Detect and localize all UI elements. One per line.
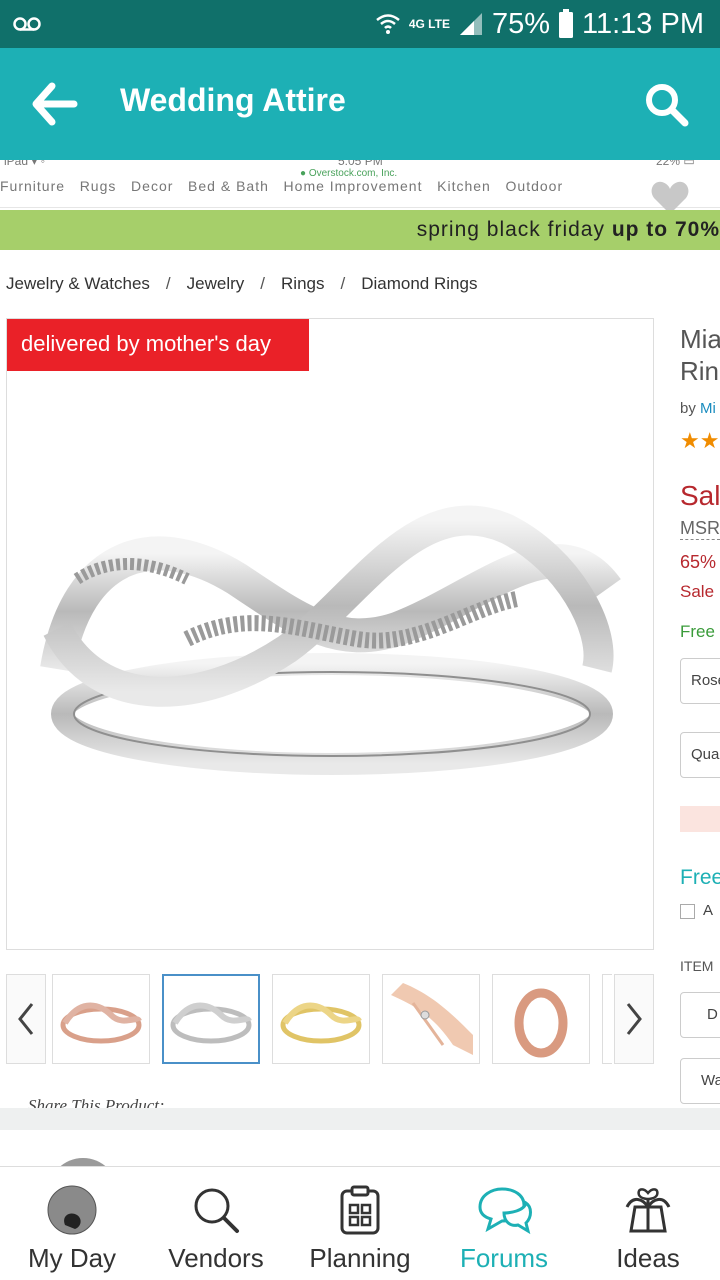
thumbnail-rose-gold[interactable]: [52, 974, 150, 1064]
nav-label-my-day: My Day: [27, 1243, 117, 1273]
thumbnail-partial: [602, 974, 612, 1064]
product-title-line2: Rin: [680, 356, 720, 386]
share-label: Share This Product:: [28, 1096, 165, 1108]
ring-image: [40, 505, 621, 775]
nav-planning[interactable]: Planning: [288, 1167, 432, 1280]
thumbnail-side-view[interactable]: [492, 974, 590, 1064]
promo-banner[interactable]: spring black friday up to 70%: [0, 210, 720, 250]
app-bar: Wedding Attire: [0, 48, 720, 160]
sale-price-label: Sal: [680, 480, 720, 511]
discount-percent: 65%: [680, 552, 717, 572]
nav-ideas[interactable]: Ideas: [576, 1167, 720, 1280]
breadcrumb-jewelry-watches[interactable]: Jewelry & Watches: [6, 274, 150, 293]
brand-link[interactable]: Mi: [700, 400, 716, 417]
battery-icon: [559, 9, 574, 38]
next-post-peek: [0, 1130, 720, 1198]
nav-label-ideas: Ideas: [616, 1243, 680, 1273]
battery-percent: 75%: [491, 7, 551, 40]
search-icon: [194, 1188, 239, 1233]
color-select[interactable]: Rose: [680, 658, 720, 704]
checkbox-label: A: [703, 902, 714, 919]
signal-icon: [459, 13, 482, 35]
ipad-browser-strip: iPad ▾ ◦ 5:05 PM 22% ▭ ● Overstock.com, …: [0, 160, 720, 214]
shared-screenshot[interactable]: iPad ▾ ◦ 5:05 PM 22% ▭ ● Overstock.com, …: [0, 160, 720, 1108]
thumbnail-strip: [6, 974, 720, 1064]
category-nav-fragment: Furniture Rugs Decor Bed & Bath Home Imp…: [0, 178, 564, 194]
chevron-right-icon: [626, 1003, 642, 1035]
page-title: Wedding Attire: [120, 82, 346, 118]
ipad-battery-fragment: 22% ▭: [656, 160, 695, 168]
nav-my-day[interactable]: My Day: [0, 1167, 144, 1280]
thumbnail-next-button[interactable]: [614, 974, 654, 1064]
option-button-2[interactable]: Wa: [680, 1058, 720, 1104]
checkbox[interactable]: [680, 903, 695, 919]
thumbnail-yellow-gold[interactable]: [272, 974, 370, 1064]
free-shipping: Free: [680, 622, 715, 641]
nav-label-planning: Planning: [309, 1243, 411, 1273]
free-label: Free: [680, 866, 720, 889]
nav-forums[interactable]: Forums: [432, 1167, 576, 1280]
thumbnail-white-gold[interactable]: [162, 974, 260, 1064]
delivery-badge: delivered by mother's day: [7, 319, 309, 371]
quantity-select[interactable]: Quar: [680, 732, 720, 778]
breadcrumb-rings[interactable]: Rings: [281, 274, 324, 293]
thumbnail-prev-button[interactable]: [6, 974, 46, 1064]
chat-bubbles-icon: [478, 1187, 532, 1235]
breadcrumb-jewelry[interactable]: Jewelry: [187, 274, 245, 293]
breadcrumb-diamond-rings[interactable]: Diamond Rings: [361, 274, 477, 293]
product-title-line1: Mia: [680, 324, 720, 354]
chevron-left-icon: [18, 1003, 34, 1035]
promo-highlight: up to 70%: [611, 218, 720, 241]
product-image[interactable]: delivered by mother's day: [6, 318, 654, 950]
thumbnail-hand[interactable]: [382, 974, 480, 1064]
sale-note: Sale: [680, 582, 715, 601]
promo-text: spring black friday: [416, 218, 612, 241]
ipad-time-fragment: 5:05 PM: [338, 160, 383, 168]
item-label: ITEM: [680, 958, 714, 974]
arrow-left-icon[interactable]: [30, 82, 78, 126]
voicemail-icon: [13, 17, 41, 31]
bottom-navigation: My Day Vendors Planning Forums Ideas: [0, 1166, 720, 1280]
avatar-icon: [47, 1185, 97, 1235]
wifi-icon: [376, 14, 400, 34]
clipboard-icon: [340, 1185, 380, 1235]
msrp-label: MSR: [680, 518, 720, 540]
section-divider: [0, 1108, 720, 1130]
gift-icon: [625, 1188, 671, 1233]
rating-stars-icon: ★★: [680, 428, 720, 453]
search-icon[interactable]: [642, 80, 690, 128]
add-to-cart-button[interactable]: [680, 806, 720, 832]
nav-label-forums: Forums: [459, 1243, 549, 1273]
by-label: by: [680, 400, 701, 417]
ipad-status-fragment: iPad ▾ ◦: [4, 160, 45, 168]
breadcrumb: Jewelry & Watches / Jewelry / Rings / Diamond …: [6, 274, 478, 293]
clock: 11:13 PM: [582, 7, 704, 40]
status-bar: 4G LTE 75% 11:13 PM: [0, 0, 720, 48]
network-label: 4G LTE: [408, 17, 450, 31]
nav-label-vendors: Vendors: [168, 1243, 264, 1273]
nav-vendors[interactable]: Vendors: [144, 1167, 288, 1280]
